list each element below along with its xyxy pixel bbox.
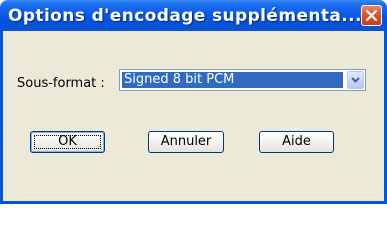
title-bar[interactable]: Options d'encodage supplémenta... bbox=[0, 0, 387, 31]
focus-rect bbox=[34, 135, 101, 149]
subformat-select[interactable]: Signed 8 bit PCM bbox=[119, 69, 366, 91]
window-title: Options d'encodage supplémenta... bbox=[8, 6, 362, 26]
close-icon bbox=[365, 9, 378, 22]
chevron-down-icon bbox=[351, 77, 360, 83]
help-button[interactable]: Aide bbox=[259, 131, 334, 153]
dropdown-button[interactable] bbox=[347, 71, 364, 89]
subformat-label: Sous-format : bbox=[17, 76, 105, 91]
help-button-label: Aide bbox=[282, 134, 311, 149]
subformat-selected-value: Signed 8 bit PCM bbox=[122, 72, 343, 88]
dialog-body: Sous-format : Signed 8 bit PCM OK Annule… bbox=[3, 31, 384, 201]
dialog-window: Options d'encodage supplémenta... Sous-f… bbox=[0, 0, 387, 204]
close-button[interactable] bbox=[361, 5, 382, 26]
cancel-button[interactable]: Annuler bbox=[148, 131, 224, 153]
ok-button[interactable]: OK bbox=[30, 131, 105, 153]
cancel-button-label: Annuler bbox=[160, 134, 212, 149]
